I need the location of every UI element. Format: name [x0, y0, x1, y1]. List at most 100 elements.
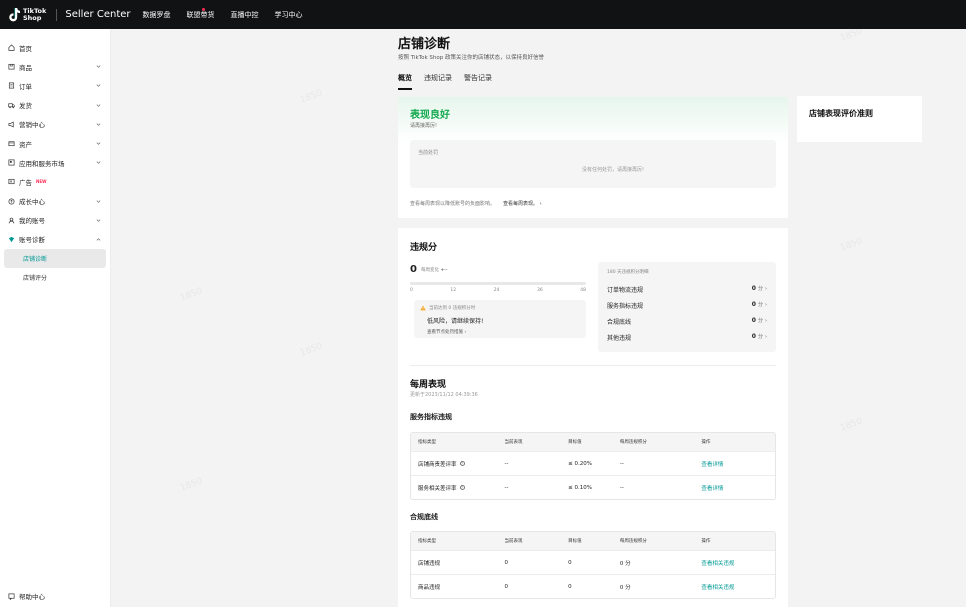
points-row-other[interactable]: 其他违规 0 分 ›: [607, 333, 767, 342]
sidebar-item-assets[interactable]: 资产: [0, 134, 110, 153]
page-title: 店铺诊断: [398, 37, 451, 52]
view-details-link[interactable]: 查看详情: [701, 460, 775, 468]
score-tick: 48: [580, 288, 586, 293]
chevron-right-icon: ›: [539, 201, 542, 207]
points-row-compliance[interactable]: 合规底线 0 分 ›: [607, 317, 767, 326]
watermark: 1850: [298, 88, 324, 106]
account-icon: [8, 217, 15, 224]
wallet-icon: [8, 140, 15, 147]
topnav-item-affiliate[interactable]: 联盟带货: [187, 7, 215, 20]
chevron-up-icon: [96, 238, 101, 241]
status-footer: 查看每周表现以降低账号的负面影响。 查看每周表现。 ›: [410, 200, 542, 207]
risk-note: 当前达到 0 违规积分时: [420, 305, 475, 311]
risk-level: 低风险，请继续保持!: [427, 318, 484, 325]
tiktok-shop-logo[interactable]: TikTok Shop: [8, 7, 46, 22]
target-value: ≤ 0.20%: [568, 460, 592, 467]
sidebar-subitem-store-rating[interactable]: 店铺评分: [4, 268, 106, 287]
watermark: 1850: [838, 236, 864, 254]
violation-card: 违规分 0 每周变化 +-- 0 12 24 36 48 当前达到 0 违规积分…: [398, 228, 788, 607]
penalty-label: 当前处罚: [418, 150, 439, 156]
points-row-label: 合规底线: [607, 319, 632, 326]
tiktok-logo-icon: [8, 7, 20, 22]
chevron-right-icon: ›: [765, 302, 767, 308]
sidebar-item-label: 发货: [19, 102, 32, 111]
sidebar-item-ads[interactable]: 广告 NEW: [0, 172, 110, 191]
violation-score: 0: [410, 264, 417, 275]
status-card: 表现良好 请再接再厉! 当前处罚 没有任何处罚，请再接再厉! 查看每周表现以降低…: [398, 97, 788, 218]
table-row: 店铺商责差评率? -- ≤ 0.20% -- 查看详情: [411, 451, 775, 475]
sidebar-item-app-market[interactable]: 应用和服务市场: [0, 153, 110, 172]
sidebar-item-products[interactable]: 商品: [0, 57, 110, 76]
top-nav: 数据罗盘 联盟带货 直播中控 学习中心: [143, 7, 303, 20]
points-value: 0: [751, 301, 756, 308]
growth-icon: [8, 198, 15, 205]
points-row-service[interactable]: 服务指标违规 0 分 ›: [607, 301, 767, 310]
chevron-down-icon: [96, 103, 101, 107]
sidebar-item-orders[interactable]: 订单: [0, 76, 110, 95]
tab-warning-records[interactable]: 警告记录: [464, 73, 492, 90]
sidebar-item-label: 资产: [19, 140, 32, 149]
column-header: 当前表现: [504, 440, 523, 445]
topnav-item-learning[interactable]: 学习中心: [275, 10, 303, 20]
view-details-link[interactable]: 查看详情: [701, 484, 775, 492]
score-progress-track: [410, 282, 586, 285]
table-row: 商品违规 0 0 0 分 查看相关违规: [411, 574, 775, 598]
diagnosis-icon: [8, 236, 15, 243]
rules-card[interactable]: 店铺表现评价准则: [797, 96, 922, 142]
tab-violation-records[interactable]: 违规记录: [424, 73, 452, 90]
points-value: 0: [751, 317, 756, 324]
sidebar-item-marketing[interactable]: 营销中心: [0, 115, 110, 134]
help-center-label: 帮助中心: [19, 593, 45, 601]
current-value: --: [504, 460, 509, 467]
logo-line2: Shop: [23, 13, 42, 22]
penalty-measures-link[interactable]: 查看节点处罚措施 ›: [427, 329, 466, 335]
product-icon: [8, 63, 15, 70]
points-detail-title: 180 天违规积分明细: [607, 270, 649, 275]
sidebar-item-account-diagnosis[interactable]: 账号诊断: [0, 230, 110, 249]
help-icon[interactable]: ?: [459, 461, 465, 466]
tab-overview[interactable]: 概览: [398, 73, 412, 90]
sidebar-item-label: 广告: [19, 178, 32, 187]
chevron-right-icon: ›: [765, 334, 767, 340]
page-subtitle: 按照 TikTok Shop 政策关注你的店铺状态，以保持良好信誉: [398, 55, 544, 61]
metric-type-label: 服务相关差评率: [418, 485, 457, 492]
points-unit: 分: [757, 302, 763, 308]
warning-icon: [420, 305, 426, 311]
points-row-value: 0 分 ›: [752, 333, 767, 342]
chevron-right-icon: ›: [765, 318, 767, 324]
column-header: 目标值: [568, 440, 582, 445]
score-tick: 36: [536, 288, 543, 293]
points-row-value: 0 分 ›: [752, 285, 767, 294]
sidebar-item-label: 商品: [19, 63, 32, 72]
table-row: 服务相关差评率? -- ≤ 0.10% -- 查看详情: [411, 475, 775, 499]
chevron-down-icon: [96, 65, 101, 68]
penalty-empty-text: 没有任何处罚，请再接再厉!: [581, 167, 644, 173]
help-icon[interactable]: ?: [459, 485, 465, 490]
points-row-logistics[interactable]: 订单物流违规 0 分 ›: [607, 285, 767, 294]
home-icon: [8, 44, 15, 51]
points-detail-box: 180 天违规积分明细 订单物流违规 0 分 › 服务指标违规 0 分 › 合规底线 0…: [598, 262, 776, 352]
score-tick: 0: [410, 288, 413, 293]
view-violations-link[interactable]: 查看相关违规: [701, 583, 775, 591]
topnav-item-live-console[interactable]: 直播中控: [231, 10, 259, 20]
weekly-points: 0 分: [619, 584, 631, 591]
status-subtitle: 请再接再厉!: [410, 123, 438, 129]
status-title: 表现良好: [410, 110, 450, 121]
violation-title: 违规分: [410, 243, 438, 253]
sidebar-item-shipping[interactable]: 发货: [0, 96, 110, 115]
metric-type: 店铺违规: [418, 560, 441, 567]
watermark: 1850: [178, 476, 204, 494]
view-violations-link[interactable]: 查看相关违规: [701, 559, 775, 567]
metric-type-label: 店铺商责差评率: [418, 461, 457, 468]
weekly-performance-link[interactable]: 查看每周表现。 ›: [503, 200, 542, 207]
weekly-title: 每周表现: [410, 380, 447, 390]
watermark: 1850: [838, 416, 864, 434]
help-center-link[interactable]: 帮助中心: [8, 591, 45, 601]
sidebar-subitem-store-diagnosis[interactable]: 店铺诊断: [4, 249, 106, 269]
sidebar-item-growth[interactable]: 成长中心: [0, 192, 110, 211]
topnav-item-data-compass[interactable]: 数据罗盘: [143, 10, 171, 20]
weekly-updated: 更新于2023/11/12 04:39:36: [410, 392, 478, 398]
sidebar-item-my-account[interactable]: 我的账号: [0, 211, 110, 230]
sidebar-item-home[interactable]: 首页: [0, 38, 110, 57]
column-header: 每周违规积分: [619, 440, 647, 445]
